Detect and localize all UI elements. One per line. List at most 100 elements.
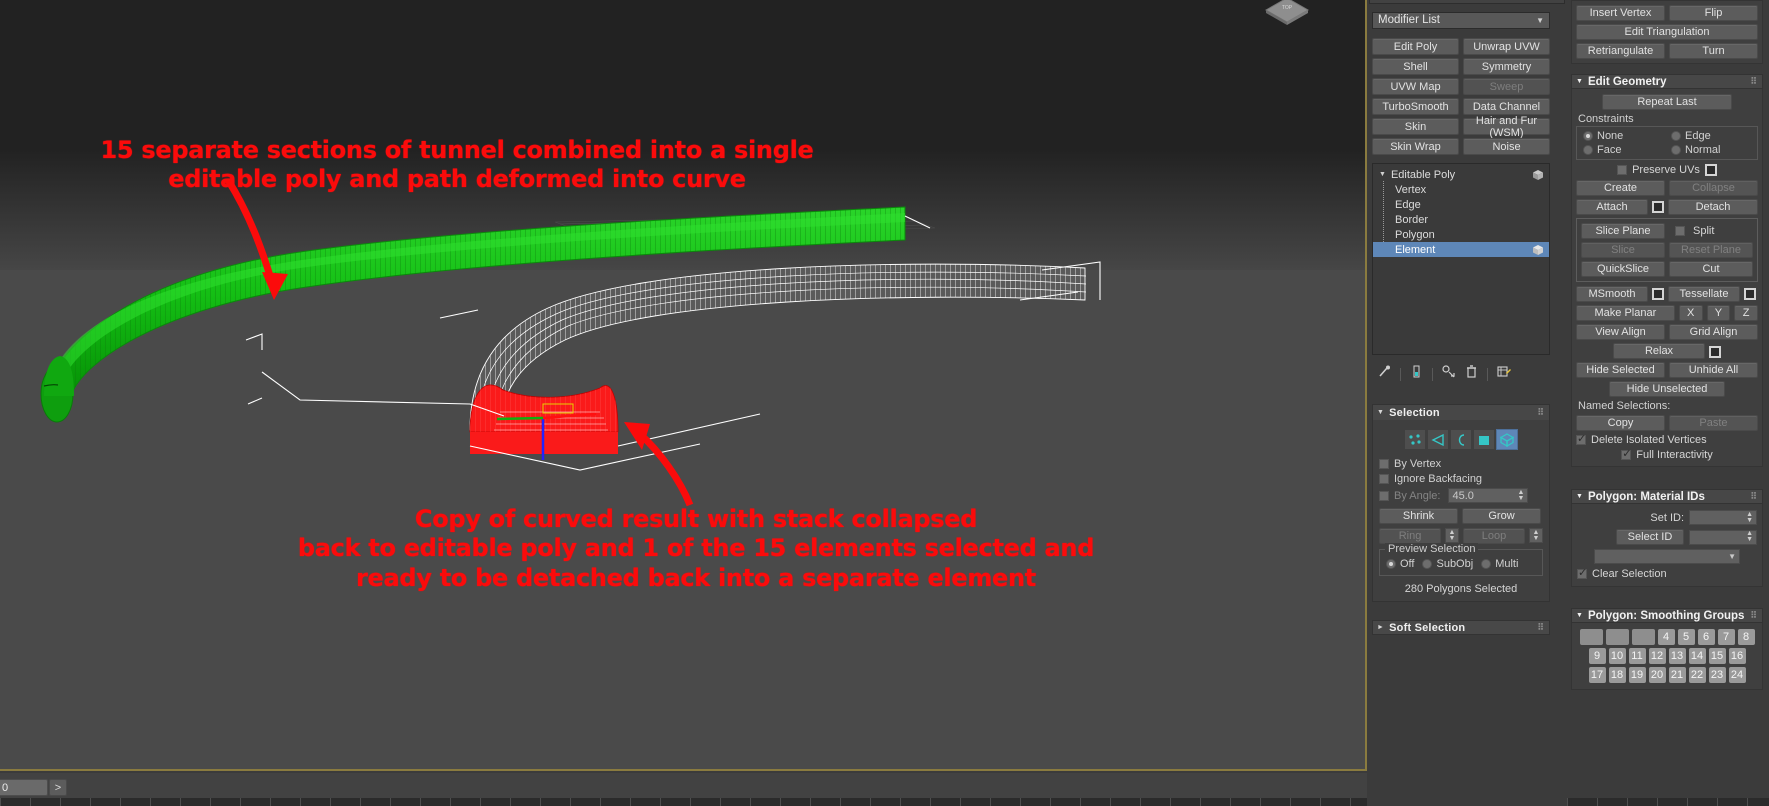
modifier-button-uvw-map[interactable]: UVW Map — [1372, 78, 1459, 95]
stack-subobject-edge[interactable]: Edge — [1373, 197, 1549, 212]
preview-subobj-radio[interactable]: SubObj — [1422, 558, 1473, 570]
smoothing-group-2[interactable] — [1605, 629, 1629, 645]
quickslice-button[interactable]: QuickSlice — [1581, 261, 1665, 277]
ignore-backfacing-checkbox[interactable]: Ignore Backfacing — [1379, 473, 1543, 485]
constraint-face-radio[interactable]: Face — [1583, 144, 1671, 156]
create-button[interactable]: Create — [1576, 180, 1665, 196]
copy-button[interactable]: Copy — [1576, 415, 1665, 431]
modifier-button-symmetry[interactable]: Symmetry — [1463, 58, 1550, 75]
make-planar-y-button[interactable]: Y — [1706, 305, 1731, 321]
retriangulate-button[interactable]: Retriangulate — [1576, 43, 1665, 59]
smoothing-group-16[interactable]: 16 — [1728, 648, 1746, 664]
stack-subobject-polygon[interactable]: Polygon — [1373, 227, 1549, 242]
modifier-button-skin[interactable]: Skin — [1372, 118, 1459, 135]
configure-modifier-sets-icon[interactable] — [1497, 365, 1511, 383]
preview-off-radio[interactable]: Off — [1386, 558, 1414, 570]
smoothing-group-11[interactable]: 11 — [1628, 648, 1646, 664]
spinner-arrows-icon[interactable]: ▲ ▼ — [1746, 530, 1753, 543]
preserve-uvs-checkbox[interactable] — [1617, 165, 1628, 175]
smoothing-group-4[interactable]: 4 — [1657, 629, 1675, 645]
modifier-button-turbosmooth[interactable]: TurboSmooth — [1372, 98, 1459, 115]
spinner-arrows-icon[interactable]: ▲ ▼ — [1746, 511, 1753, 524]
stack-item-editable-poly[interactable]: ▼ Editable Poly — [1373, 167, 1549, 182]
make-planar-button[interactable]: Make Planar — [1576, 305, 1675, 321]
edit-geometry-header[interactable]: ▼ Edit Geometry ⠿ — [1571, 74, 1763, 89]
smoothing-group-6[interactable]: 6 — [1697, 629, 1715, 645]
pin-stack-icon[interactable] — [1378, 365, 1391, 383]
modifier-stack[interactable]: ▼ Editable Poly Vertex Edge Border Polyg… — [1372, 163, 1550, 355]
spinner-arrows-icon[interactable]: ▲ ▼ — [1518, 489, 1525, 502]
by-vertex-checkbox[interactable]: By Vertex — [1379, 458, 1543, 470]
msmooth-settings-icon[interactable] — [1652, 288, 1664, 300]
smoothing-group-18[interactable]: 18 — [1608, 667, 1626, 683]
show-end-result-icon[interactable] — [1410, 365, 1423, 383]
smoothing-group-23[interactable]: 23 — [1708, 667, 1726, 683]
smoothing-group-17[interactable]: 17 — [1588, 667, 1606, 683]
material-ids-header[interactable]: ▼ Polygon: Material IDs ⠿ — [1571, 489, 1763, 504]
smoothing-group-22[interactable]: 22 — [1688, 667, 1706, 683]
hide-unselected-button[interactable]: Hide Unselected — [1609, 381, 1725, 397]
grid-align-button[interactable]: Grid Align — [1669, 324, 1758, 340]
tessellate-button[interactable]: Tessellate — [1668, 286, 1740, 302]
edge-icon[interactable] — [1427, 429, 1449, 450]
relax-settings-icon[interactable] — [1709, 346, 1721, 358]
cut-button[interactable]: Cut — [1669, 261, 1753, 277]
frame-number-field[interactable]: 0 — [0, 779, 48, 796]
remove-modifier-icon[interactable] — [1465, 365, 1478, 383]
make-unique-icon[interactable] — [1442, 365, 1456, 383]
modifier-button-skin-wrap[interactable]: Skin Wrap — [1372, 138, 1459, 155]
smoothing-group-13[interactable]: 13 — [1668, 648, 1686, 664]
polygon-icon[interactable] — [1473, 429, 1495, 450]
smoothing-group-8[interactable]: 8 — [1737, 629, 1755, 645]
border-icon[interactable] — [1450, 429, 1472, 450]
command-panel-top-field[interactable] — [1369, 0, 1565, 4]
select-id-spinner[interactable]: ▲ ▼ — [1689, 529, 1757, 545]
view-align-button[interactable]: View Align — [1576, 324, 1665, 340]
stack-subobject-vertex[interactable]: Vertex — [1373, 182, 1549, 197]
delete-isolated-vertices-row[interactable]: ✓ Delete Isolated Vertices — [1576, 433, 1758, 446]
modifier-button-data-channel[interactable]: Data Channel — [1463, 98, 1550, 115]
constraint-none-radio[interactable]: None — [1583, 130, 1671, 142]
smoothing-group-9[interactable]: 9 — [1588, 648, 1606, 664]
smoothing-group-19[interactable]: 19 — [1628, 667, 1646, 683]
split-checkbox[interactable] — [1675, 226, 1685, 236]
modifier-list-dropdown[interactable]: Modifier List ▼ — [1372, 12, 1550, 29]
constraint-normal-radio[interactable]: Normal — [1671, 144, 1720, 156]
smoothing-group-21[interactable]: 21 — [1668, 667, 1686, 683]
grow-button[interactable]: Grow — [1462, 508, 1541, 524]
element-icon[interactable] — [1496, 429, 1518, 450]
modifier-button-hair-and-fur[interactable]: Hair and Fur (WSM) — [1463, 115, 1550, 139]
ring-spinner[interactable]: ▲ ▼ — [1445, 528, 1459, 543]
detach-button[interactable]: Detach — [1668, 199, 1758, 215]
stack-subobject-border[interactable]: Border — [1373, 212, 1549, 227]
constraint-edge-radio[interactable]: Edge — [1671, 130, 1711, 142]
modifier-button-edit-poly[interactable]: Edit Poly — [1372, 38, 1459, 55]
make-planar-x-button[interactable]: X — [1678, 305, 1703, 321]
spinner-arrows-icon[interactable]: ▲ ▼ — [1449, 529, 1456, 542]
smoothing-group-12[interactable]: 12 — [1648, 648, 1666, 664]
stack-subobject-element[interactable]: Element — [1373, 242, 1549, 257]
flip-button[interactable]: Flip — [1669, 5, 1758, 21]
modifier-button-noise[interactable]: Noise — [1463, 138, 1550, 155]
edit-triangulation-button[interactable]: Edit Triangulation — [1576, 24, 1758, 40]
smoothing-group-15[interactable]: 15 — [1708, 648, 1726, 664]
msmooth-button[interactable]: MSmooth — [1576, 286, 1648, 302]
spinner-arrows-icon[interactable]: ▲ ▼ — [1533, 529, 1540, 542]
by-angle-spinner[interactable]: 45.0 ▲ ▼ — [1448, 488, 1529, 503]
smoothing-group-24[interactable]: 24 — [1728, 667, 1746, 683]
selection-rollout-header[interactable]: ▼ Selection ⠿ — [1373, 405, 1549, 420]
make-planar-z-button[interactable]: Z — [1734, 305, 1759, 321]
next-frame-button[interactable]: > — [49, 779, 67, 796]
full-interactivity-row[interactable]: ✓ Full Interactivity — [1576, 448, 1758, 461]
loop-spinner[interactable]: ▲ ▼ — [1529, 528, 1543, 543]
set-id-spinner[interactable]: ▲ ▼ — [1689, 510, 1757, 525]
preserve-uvs-settings-icon[interactable] — [1704, 164, 1717, 176]
relax-button[interactable]: Relax — [1613, 343, 1705, 359]
clear-selection-row[interactable]: ✓ Clear Selection — [1577, 567, 1757, 580]
slice-plane-button[interactable]: Slice Plane — [1581, 223, 1665, 239]
vertex-icon[interactable] — [1404, 429, 1426, 450]
unhide-all-button[interactable]: Unhide All — [1669, 362, 1758, 378]
modifier-button-unwrap-uvw[interactable]: Unwrap UVW — [1463, 38, 1550, 55]
repeat-last-button[interactable]: Repeat Last — [1602, 94, 1732, 110]
turn-button[interactable]: Turn — [1669, 43, 1758, 59]
